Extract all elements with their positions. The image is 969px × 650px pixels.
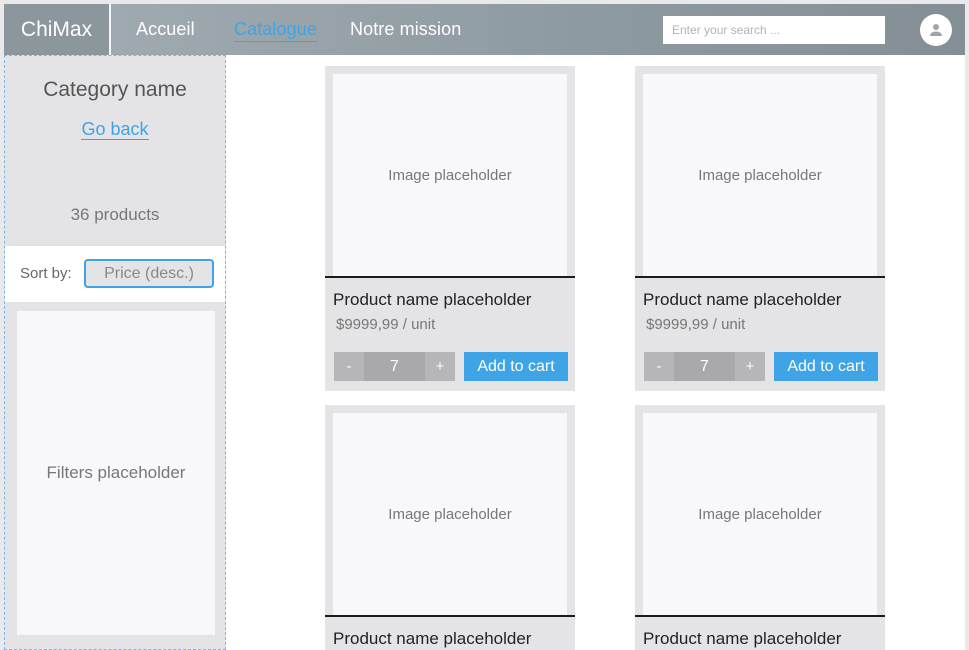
nav-catalogue[interactable]: Catalogue (234, 19, 317, 42)
decrement-button[interactable]: - (334, 352, 364, 381)
go-back-link[interactable]: Go back (81, 119, 149, 140)
card-divider (635, 615, 885, 617)
card-divider (325, 276, 575, 278)
quantity-value[interactable]: 7 (674, 352, 735, 381)
product-card: Image placeholder Product name placehold… (635, 66, 885, 391)
product-count: 36 products (70, 205, 160, 224)
sort-row: Sort by: Price (desc.) (5, 246, 225, 302)
decrement-button[interactable]: - (644, 352, 674, 381)
product-image[interactable]: Image placeholder (333, 74, 567, 276)
filters-placeholder: Filters placeholder (17, 311, 215, 635)
user-avatar-button[interactable] (920, 14, 952, 46)
sort-select[interactable]: Price (desc.) (84, 259, 214, 288)
product-name[interactable]: Product name placeholder (643, 290, 841, 310)
quantity-stepper: - 7 + (334, 352, 455, 381)
product-price: $9999,99 / unit (336, 316, 436, 333)
top-navbar: ChiMax Accueil Catalogue Notre mission (4, 4, 965, 55)
sort-label: Sort by: (20, 265, 72, 282)
product-image[interactable]: Image placeholder (333, 413, 567, 615)
add-to-cart-button[interactable]: Add to cart (774, 352, 878, 381)
logo[interactable]: ChiMax (4, 4, 111, 55)
add-to-cart-button[interactable]: Add to cart (464, 352, 568, 381)
increment-button[interactable]: + (735, 352, 765, 381)
nav-notre-mission[interactable]: Notre mission (350, 19, 461, 40)
category-sidebar: Category name Go back 36 products Sort b… (4, 55, 226, 650)
go-back-link-wrap: Go back (5, 119, 225, 140)
nav-accueil[interactable]: Accueil (136, 19, 195, 40)
product-price: $9999,99 / unit (646, 316, 746, 333)
product-card: Image placeholder Product name placehold… (325, 66, 575, 391)
product-name[interactable]: Product name placeholder (333, 290, 531, 310)
product-name[interactable]: Product name placeholder (333, 629, 531, 649)
product-image[interactable]: Image placeholder (643, 413, 877, 615)
increment-button[interactable]: + (425, 352, 455, 381)
card-divider (635, 276, 885, 278)
search-input[interactable] (663, 16, 885, 44)
app-frame: ChiMax Accueil Catalogue Notre mission C… (4, 4, 965, 650)
filters-section: Filters placeholder (5, 302, 225, 649)
product-card: Image placeholder Product name placehold… (635, 405, 885, 650)
category-title: Category name (43, 78, 187, 101)
product-image[interactable]: Image placeholder (643, 74, 877, 276)
product-card: Image placeholder Product name placehold… (325, 405, 575, 650)
user-icon (930, 24, 942, 36)
product-name[interactable]: Product name placeholder (643, 629, 841, 649)
quantity-stepper: - 7 + (644, 352, 765, 381)
card-divider (325, 615, 575, 617)
quantity-value[interactable]: 7 (364, 352, 425, 381)
category-header: Category name Go back 36 products (5, 56, 225, 246)
